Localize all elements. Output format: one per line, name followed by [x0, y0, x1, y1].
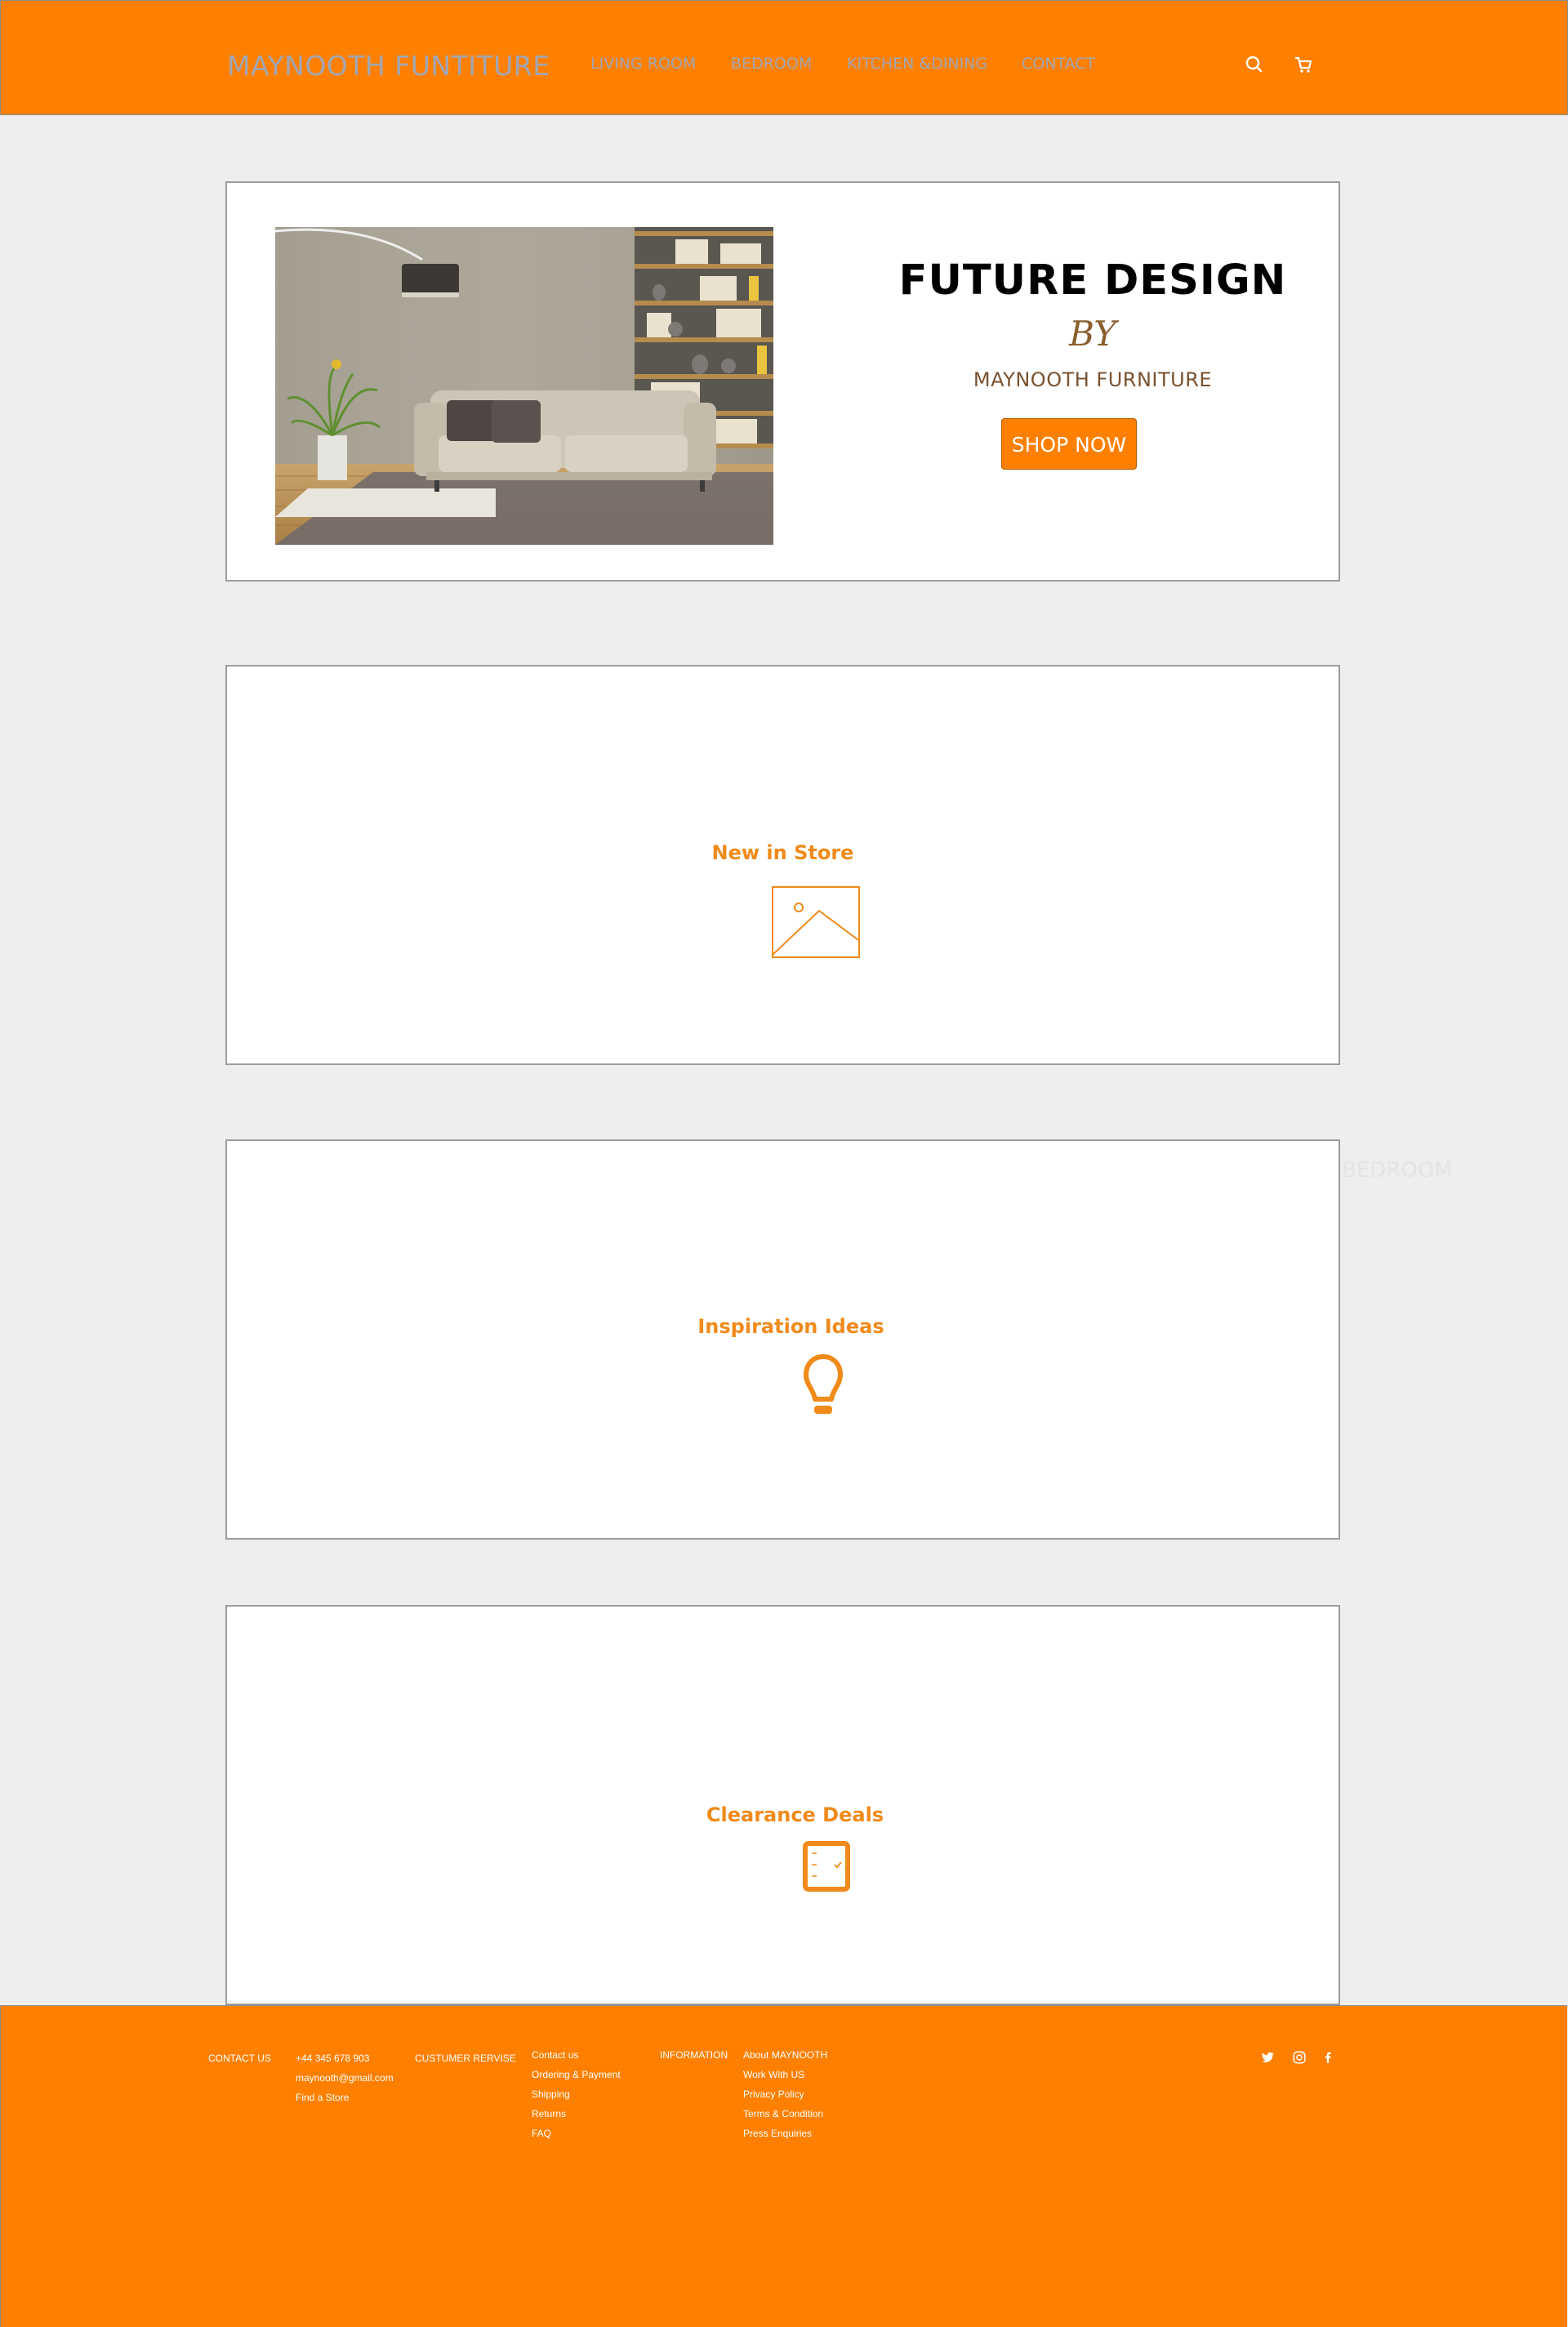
section-title-inspiration-ideas: Inspiration Ideas: [697, 1315, 884, 1338]
section-title-new-in-store: New in Store: [711, 841, 854, 864]
footer-link-contact-us[interactable]: Contact us: [532, 2049, 578, 2061]
footer-link-terms[interactable]: Terms & Condition: [743, 2108, 823, 2120]
footer-link-returns[interactable]: Returns: [532, 2108, 566, 2120]
footer-link-shipping[interactable]: Shipping: [532, 2089, 570, 2100]
hero-subtitle: MAYNOOTH FURNITURE: [973, 368, 1213, 391]
footer-service-heading: CUSTUMER RERVISE: [415, 2053, 516, 2064]
living-room-sofa-photo: [275, 227, 773, 545]
brand-logo-text[interactable]: MAYNOOTH FUNTITURE: [227, 50, 550, 82]
footer-info-heading: INFORMATION: [660, 2049, 728, 2061]
footer-link-ordering-payment[interactable]: Ordering & Payment: [532, 2069, 621, 2080]
facebook-icon[interactable]: [1321, 2050, 1335, 2065]
footer-link-about[interactable]: About MAYNOOTH: [743, 2049, 827, 2061]
footer-link-work-with-us[interactable]: Work With US: [743, 2069, 804, 2080]
twitter-icon[interactable]: [1260, 2050, 1275, 2065]
footer-link-press[interactable]: Press Enquiries: [743, 2128, 812, 2139]
site-header: MAYNOOTH FUNTITURE LIVING ROOM BEDROOM K…: [0, 0, 1568, 115]
new-in-store-card[interactable]: New in Store: [225, 665, 1340, 1065]
checklist-icon: [803, 1841, 850, 1892]
shop-now-button[interactable]: SHOP NOW: [1001, 418, 1137, 470]
inspiration-ideas-card[interactable]: Inspiration Ideas: [225, 1139, 1340, 1540]
footer-contact-phone[interactable]: +44 345 678 903: [296, 2053, 369, 2064]
footer-link-privacy-policy[interactable]: Privacy Policy: [743, 2089, 804, 2100]
cart-icon[interactable]: [1293, 54, 1314, 75]
footer-contact-heading: CONTACT US: [208, 2053, 271, 2064]
hero-card: FUTURE DESIGN BY MAYNOOTH FURNITURE SHOP…: [225, 181, 1340, 582]
nav-living-room[interactable]: LIVING ROOM: [590, 55, 696, 73]
nav-bedroom[interactable]: BEDROOM: [731, 55, 812, 73]
hero-title: FUTURE DESIGN: [898, 256, 1287, 305]
faded-bedroom-text: BEDROOM: [1342, 1158, 1453, 1183]
footer-find-store-link[interactable]: Find a Store: [296, 2092, 349, 2103]
lightbulb-icon: [804, 1354, 843, 1414]
nav-contact[interactable]: CONTACT: [1022, 55, 1095, 73]
image-placeholder-icon: [772, 886, 860, 958]
nav-kitchen-dining[interactable]: KITCHEN &DINING: [847, 55, 987, 73]
clearance-deals-card[interactable]: Clearance Deals: [225, 1605, 1340, 2005]
footer-link-faq[interactable]: FAQ: [532, 2128, 551, 2139]
footer-contact-email[interactable]: maynooth@gmail.com: [296, 2072, 394, 2084]
search-icon[interactable]: [1244, 54, 1265, 75]
instagram-icon[interactable]: [1292, 2050, 1307, 2065]
hero-image: [275, 227, 773, 545]
section-title-clearance-deals: Clearance Deals: [706, 1803, 884, 1826]
hero-by-text: BY: [1069, 314, 1116, 354]
